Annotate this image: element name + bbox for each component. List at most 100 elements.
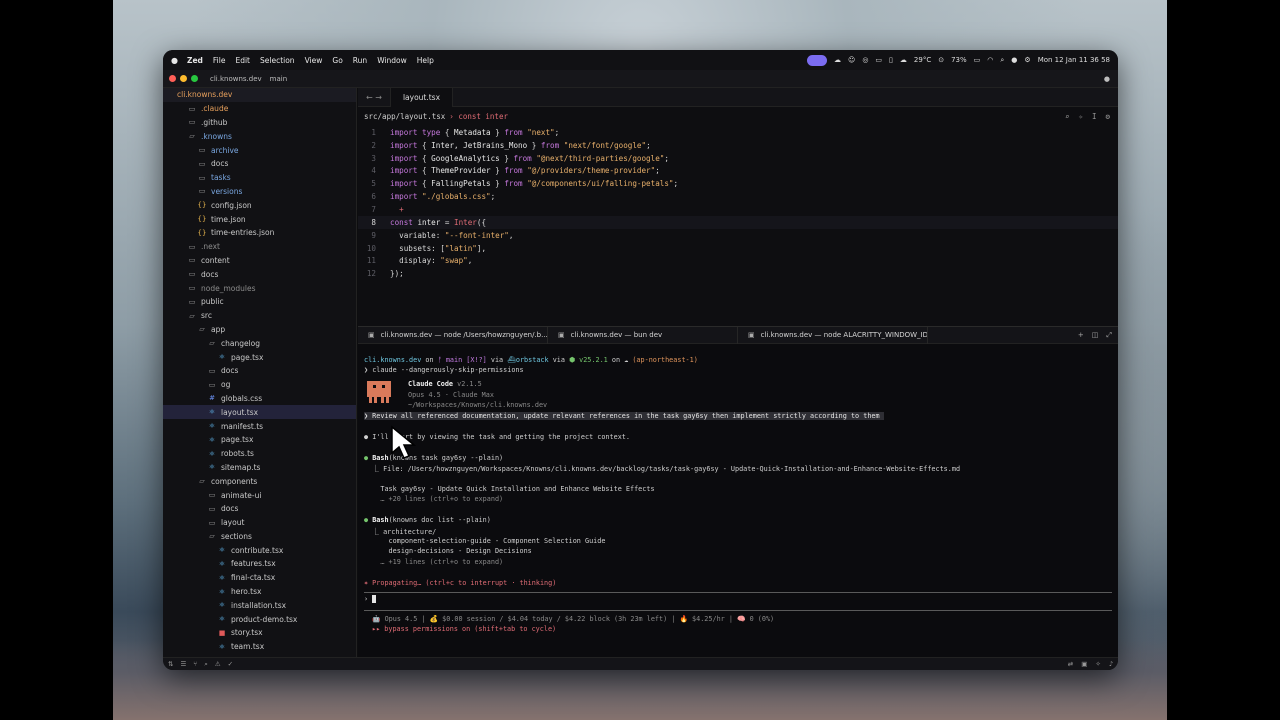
file-tree-item[interactable]: {} time-entries.json — [163, 226, 356, 240]
menu-selection[interactable]: Selection — [260, 56, 295, 65]
split-pane-icon[interactable]: ◫ — [1092, 331, 1099, 340]
git-icon[interactable]: ⑂ — [193, 660, 197, 669]
breadcrumb-symbol[interactable]: › const inter — [449, 112, 508, 121]
file-tree-item[interactable]: ▭ docs — [163, 267, 356, 281]
file-tree-item[interactable]: ▱ src — [163, 309, 356, 323]
file-tree-item[interactable]: ▭ animate-ui — [163, 488, 356, 502]
search-icon[interactable]: ⌕ — [1000, 56, 1004, 65]
expand-hint[interactable]: … +19 lines (ctrl+o to expand) — [364, 557, 1118, 567]
code-line[interactable]: 6 import "./globals.css"; — [358, 190, 1118, 203]
battery-icon[interactable]: ▭ — [974, 56, 981, 64]
file-tree-item[interactable]: ▱ .knowns — [163, 129, 356, 143]
code-line[interactable]: 7 + — [358, 203, 1118, 216]
file-tree-item[interactable]: {} time.json — [163, 212, 356, 226]
file-tree-item[interactable]: ▭ og — [163, 378, 356, 392]
file-tree-item[interactable]: ▭ .github — [163, 116, 356, 130]
cat-icon[interactable]: ☺ — [848, 56, 855, 64]
branch-name[interactable]: main — [270, 75, 288, 83]
minimize-window-icon[interactable] — [180, 75, 187, 82]
file-tree-item[interactable]: ⚛ contribute.tsx — [163, 543, 356, 557]
code-line[interactable]: 9 variable: "--font-inter", — [358, 229, 1118, 242]
file-tree-item[interactable]: ▭ content — [163, 254, 356, 268]
terminal-output[interactable]: cli.knowns.dev on ᚠ main [X!?] via ⛴ orb… — [358, 344, 1118, 635]
account-icon[interactable]: ● — [1104, 75, 1110, 83]
file-tree-item[interactable]: ⚛ final-cta.tsx — [163, 571, 356, 585]
file-tree-item[interactable]: ⚛ sitemap.ts — [163, 461, 356, 475]
code-line[interactable]: 12}); — [358, 267, 1118, 280]
play-icon[interactable]: ⊙ — [938, 56, 944, 64]
breadcrumb-path[interactable]: src/app/layout.tsx — [364, 112, 445, 121]
file-tree-item[interactable]: ⚛ robots.ts — [163, 447, 356, 461]
screen-record-icon[interactable] — [807, 54, 827, 66]
terminal-tab-3[interactable]: ▣ cli.knowns.dev — node ALACRITTY_WINDOW… — [738, 326, 928, 344]
phone-icon[interactable]: ▯ — [889, 56, 893, 64]
file-tree-item[interactable]: ⚛ hero.tsx — [163, 585, 356, 599]
file-tree-item[interactable]: ▭ public — [163, 295, 356, 309]
settings-icon[interactable]: ⚙ — [1105, 112, 1110, 121]
file-tree-item[interactable]: {} config.json — [163, 198, 356, 212]
menu-help[interactable]: Help — [417, 56, 434, 65]
panel-toggle-icon[interactable]: ⇅ — [168, 660, 173, 669]
cloud-sync-icon[interactable]: ☁ — [834, 56, 841, 64]
search-in-file-icon[interactable]: ⌕ — [1065, 112, 1070, 121]
zoom-window-icon[interactable] — [191, 75, 198, 82]
file-tree-item[interactable]: ▱ app — [163, 323, 356, 337]
file-tree-item[interactable]: ⚛ installation.tsx — [163, 598, 356, 612]
file-tree-item[interactable]: ⚛ page.tsx — [163, 433, 356, 447]
file-tree-item[interactable]: ▭ docs — [163, 364, 356, 378]
menu-window[interactable]: Window — [377, 56, 407, 65]
code-line[interactable]: 10 subsets: ["latin"], — [358, 242, 1118, 255]
code-line[interactable]: 11 display: "swap", — [358, 254, 1118, 267]
file-tree-item[interactable]: ▭ node_modules — [163, 281, 356, 295]
file-tree-item[interactable]: ▭ docs — [163, 502, 356, 516]
file-tree-item[interactable]: ⚛ layout.tsx — [163, 405, 356, 420]
app-menu[interactable]: Zed — [187, 56, 203, 65]
notification-icon[interactable]: ♪ — [1109, 660, 1113, 668]
zoom-icon[interactable]: ⇄ — [1068, 660, 1073, 668]
assistant-toggle-icon[interactable]: ✧ — [1095, 660, 1100, 668]
window-icon[interactable]: ▭ — [875, 56, 882, 64]
file-tree-item[interactable]: ▱ components — [163, 474, 356, 488]
menu-edit[interactable]: Edit — [235, 56, 250, 65]
file-tree-item[interactable]: ▭ .claude — [163, 102, 356, 116]
wifi-icon[interactable]: ◠ — [987, 56, 993, 64]
code-line[interactable]: 5 import { FallingPetals } from "@/compon… — [358, 177, 1118, 190]
menu-run[interactable]: Run — [353, 56, 367, 65]
file-tree-item[interactable]: ⚛ manifest.ts — [163, 419, 356, 433]
file-tree-item[interactable]: ⚛ product-demo.tsx — [163, 612, 356, 626]
terminal-toggle-icon[interactable]: ▣ — [1081, 660, 1087, 668]
file-tree-item[interactable]: ⚛ page.tsx — [163, 350, 356, 364]
maximize-icon[interactable]: ⤢ — [1106, 331, 1112, 340]
close-window-icon[interactable] — [169, 75, 176, 82]
file-tree-item[interactable]: ▱ changelog — [163, 336, 356, 350]
menu-go[interactable]: Go — [332, 56, 342, 65]
code-line[interactable]: 8 const inter = Inter({ — [358, 215, 1118, 229]
code-line[interactable]: 4 import { ThemeProvider } from "@/provid… — [358, 165, 1118, 178]
diagnostics-icon[interactable]: ⚠ — [215, 660, 221, 669]
file-tree-item[interactable]: ▭ versions — [163, 185, 356, 199]
list-icon[interactable]: ☰ — [180, 660, 186, 669]
terminal-tab-1[interactable]: ▣ cli.knowns.dev — node /Users/howznguye… — [358, 326, 548, 344]
search-icon[interactable]: ⌕ — [204, 660, 208, 669]
code-line[interactable]: 2 import { Inter, JetBrains_Mono } from "… — [358, 139, 1118, 152]
file-tree-item[interactable]: ▱ sections — [163, 530, 356, 544]
clock-label[interactable]: Mon 12 Jan 11 36 58 — [1038, 56, 1110, 64]
expand-hint[interactable]: … +20 lines (ctrl+o to expand) — [364, 494, 1118, 504]
file-tree-item[interactable]: # globals.css — [163, 392, 356, 406]
assistant-icon[interactable]: ✧ — [1078, 112, 1083, 121]
new-terminal-icon[interactable]: + — [1078, 331, 1084, 340]
code-line[interactable]: 1 import type { Metadata } from "next"; — [358, 126, 1118, 139]
apple-icon[interactable]: ● — [171, 56, 183, 65]
prompt-input[interactable]: › — [364, 593, 1118, 606]
code-editor[interactable]: 1 import type { Metadata } from "next"; 2 i… — [358, 126, 1118, 280]
code-line[interactable]: 3 import { GoogleAnalytics } from "@next/… — [358, 152, 1118, 165]
globe-icon[interactable]: ◎ — [862, 56, 868, 64]
file-tree-item[interactable]: ⚛ features.tsx — [163, 557, 356, 571]
nav-back-forward-icon[interactable]: ← → — [358, 93, 390, 102]
project-root[interactable]: cli.knowns.dev — [163, 88, 356, 102]
file-tree-item[interactable]: ▭ tasks — [163, 171, 356, 185]
file-tree-item[interactable]: ■ story.tsx — [163, 626, 356, 640]
menu-file[interactable]: File — [213, 56, 226, 65]
menu-view[interactable]: View — [305, 56, 323, 65]
file-tree-item[interactable]: ▭ layout — [163, 516, 356, 530]
